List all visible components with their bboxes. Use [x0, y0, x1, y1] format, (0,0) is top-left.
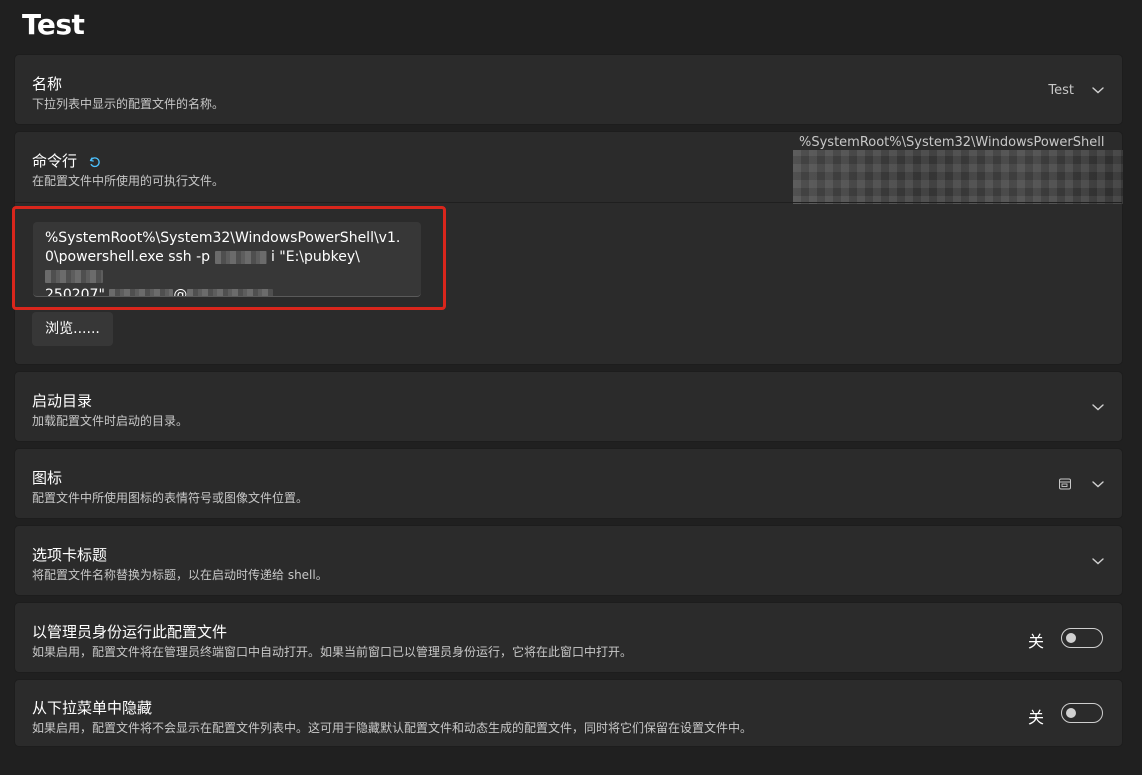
icon-setting-description: 配置文件中所使用图标的表情符号或图像文件位置。 [32, 491, 309, 505]
hidden-toggle[interactable] [1061, 703, 1103, 723]
hidden-setting-card: 从下拉菜单中隐藏 如果启用，配置文件将不会显示在配置文件列表中。这可用于隐藏默认… [14, 679, 1123, 747]
chevron-down-icon[interactable] [1088, 551, 1108, 571]
icon-setting-title: 图标 [32, 469, 63, 487]
browse-button[interactable]: 浏览...... [32, 312, 113, 346]
name-value: Test [1048, 83, 1074, 98]
icon-setting-card[interactable]: 图标 配置文件中所使用图标的表情符号或图像文件位置。 [14, 448, 1123, 519]
chevron-down-icon[interactable] [1088, 397, 1108, 417]
name-setting-title: 名称 [32, 75, 63, 93]
name-setting-card[interactable]: 名称 下拉列表中显示的配置文件的名称。 Test [14, 54, 1123, 125]
page-title: Test [22, 8, 85, 41]
toggle-knob [1066, 633, 1076, 643]
commandline-preview-value: %SystemRoot%\System32\WindowsPowerShell [799, 135, 1105, 150]
hidden-setting-description: 如果启用，配置文件将不会显示在配置文件列表中。这可用于隐藏默认配置文件和动态生成… [32, 721, 753, 735]
admin-toggle[interactable] [1061, 628, 1103, 648]
name-setting-description: 下拉列表中显示的配置文件的名称。 [32, 97, 225, 111]
chevron-down-icon[interactable] [1088, 80, 1108, 100]
redacted-preview [793, 150, 1123, 204]
toggle-knob [1066, 708, 1076, 718]
hidden-toggle-label: 关 [1027, 708, 1044, 727]
commandline-setting-description: 在配置文件中所使用的可执行文件。 [32, 174, 225, 188]
startdir-setting-description: 加载配置文件时启动的目录。 [32, 414, 189, 428]
commandline-title-text: 命令行 [32, 152, 78, 170]
highlight-box [12, 206, 446, 310]
admin-toggle-label: 关 [1027, 632, 1044, 651]
tabtitle-setting-description: 将配置文件名称替换为标题，以在启动时传递给 shell。 [32, 568, 328, 582]
image-icon [1058, 476, 1072, 490]
startdir-setting-card[interactable]: 启动目录 加载配置文件时启动的目录。 [14, 371, 1123, 442]
tabtitle-setting-card[interactable]: 选项卡标题 将配置文件名称替换为标题，以在启动时传递给 shell。 [14, 525, 1123, 596]
commandline-setting-title: 命令行 [32, 150, 102, 171]
chevron-down-icon[interactable] [1088, 474, 1108, 494]
hidden-setting-title: 从下拉菜单中隐藏 [32, 699, 153, 717]
startdir-setting-title: 启动目录 [32, 392, 93, 410]
admin-setting-card: 以管理员身份运行此配置文件 如果启用，配置文件将在管理员终端窗口中自动打开。如果… [14, 602, 1123, 673]
admin-setting-title: 以管理员身份运行此配置文件 [32, 623, 228, 641]
reset-icon[interactable] [88, 155, 102, 169]
divider [15, 202, 1122, 203]
admin-setting-description: 如果启用，配置文件将在管理员终端窗口中自动打开。如果当前窗口已以管理员身份运行，… [32, 645, 633, 659]
tabtitle-setting-title: 选项卡标题 [32, 546, 108, 564]
